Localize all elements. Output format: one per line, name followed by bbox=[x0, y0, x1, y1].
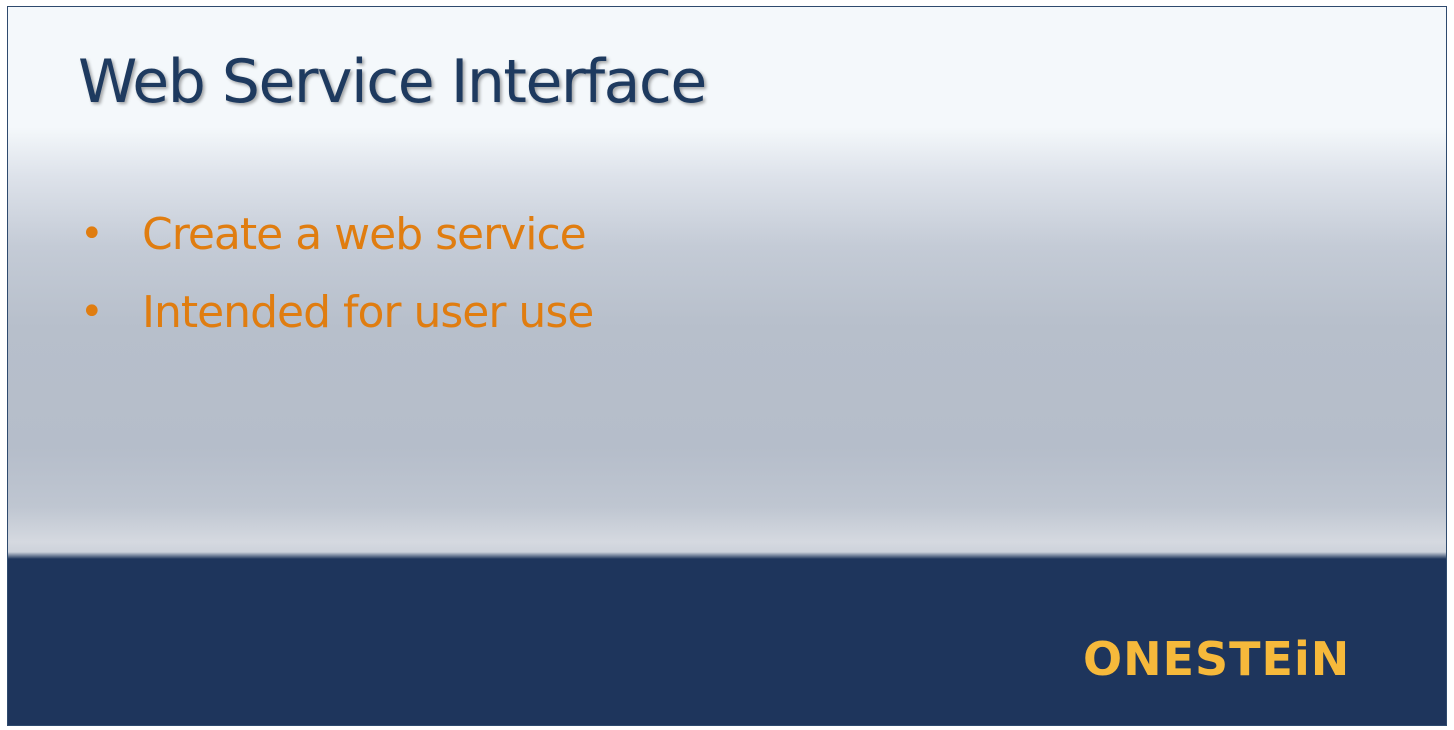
bullet-item: • Create a web service bbox=[80, 195, 593, 273]
bullet-text: Intended for user use bbox=[142, 286, 594, 338]
bullet-item: • Intended for user use bbox=[80, 273, 594, 351]
bullet-dot-icon: • bbox=[80, 289, 104, 335]
bullet-list: • Create a web service • Intended for us… bbox=[80, 195, 594, 351]
onestein-logo: ONESTEiN bbox=[1083, 632, 1351, 686]
slide-title: Web Service Interface bbox=[78, 47, 707, 117]
bullet-dot-icon: • bbox=[80, 211, 104, 257]
slide: Web Service Interface • Create a web ser… bbox=[7, 6, 1447, 726]
bullet-text: Create a web service bbox=[142, 208, 587, 260]
